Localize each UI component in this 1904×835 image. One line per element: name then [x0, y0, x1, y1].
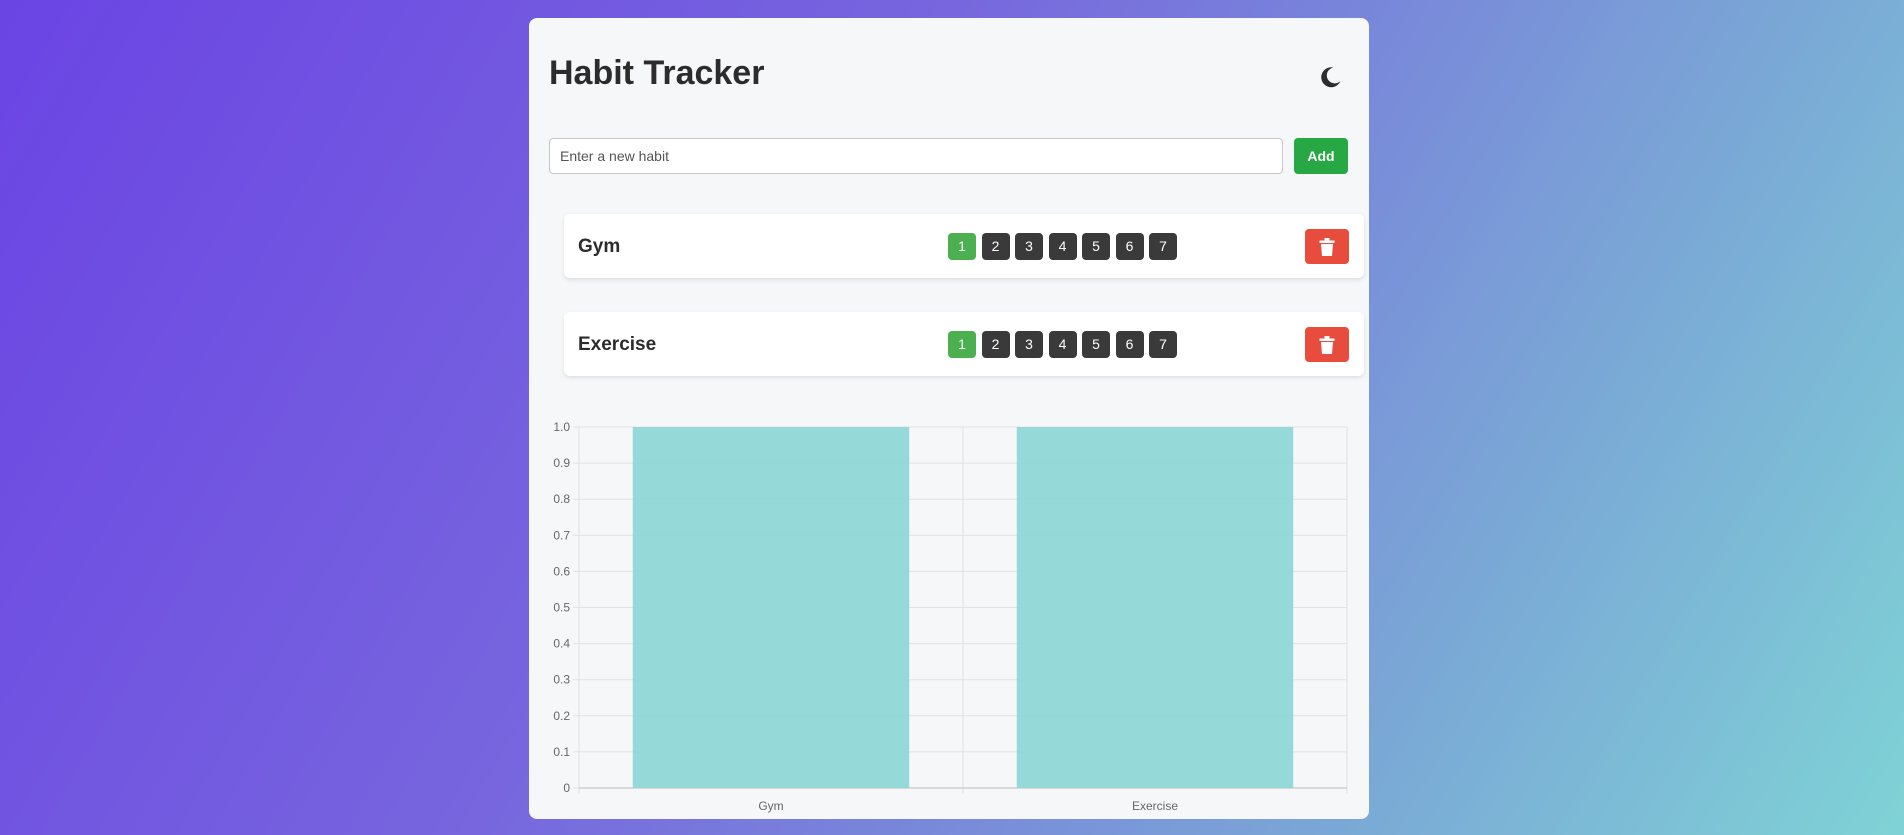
theme-toggle-button[interactable]: [1316, 62, 1346, 92]
habit-name: Gym: [578, 236, 621, 257]
new-habit-input[interactable]: [549, 138, 1283, 174]
habit-card-exercise: Exercise 1 2 3 4 5 6 7: [564, 312, 1364, 376]
day-toggle-7[interactable]: 7: [1149, 233, 1177, 260]
day-toggle-2[interactable]: 2: [981, 233, 1010, 260]
y-tick-label: 0.9: [553, 456, 570, 470]
y-tick-label: 0.8: [553, 492, 570, 506]
day-toggle-5[interactable]: 5: [1082, 233, 1110, 260]
y-tick-label: 0.3: [553, 673, 570, 687]
day-toggle-2[interactable]: 2: [981, 331, 1010, 358]
bar-gym: [632, 427, 910, 788]
x-tick-label: Exercise: [1132, 799, 1178, 813]
habit-tracker-card: Habit Tracker Add Gym 1 2 3 4 5 6 7 Ex: [529, 18, 1369, 819]
day-toggle-3[interactable]: 3: [1015, 233, 1043, 260]
day-toggle-7[interactable]: 7: [1149, 331, 1177, 358]
day-toggle-1[interactable]: 1: [948, 331, 976, 358]
habit-card-gym: Gym 1 2 3 4 5 6 7: [564, 214, 1364, 278]
moon-icon: [1321, 67, 1341, 88]
day-toggle-5[interactable]: 5: [1082, 331, 1110, 358]
day-toggle-6[interactable]: 6: [1115, 331, 1144, 358]
day-buttons: 1 2 3 4 5 6 7: [948, 233, 1183, 260]
x-tick-label: Gym: [758, 799, 783, 813]
y-tick-label: 0.2: [553, 709, 570, 723]
add-habit-button[interactable]: Add: [1294, 138, 1348, 174]
trash-icon: [1319, 237, 1335, 256]
day-toggle-6[interactable]: 6: [1115, 233, 1144, 260]
y-tick-label: 0.5: [553, 601, 570, 615]
y-tick-label: 1.0: [553, 420, 570, 434]
habit-completion-chart: 0 0.1 0.2 0.3 0.4 0.5 0.6 0.7 0.8 0.9 1.0 Gym Exerci…: [553, 420, 1348, 813]
delete-habit-button[interactable]: [1305, 229, 1349, 264]
day-toggle-3[interactable]: 3: [1015, 331, 1043, 358]
day-buttons: 1 2 3 4 5 6 7: [948, 331, 1183, 358]
day-toggle-1[interactable]: 1: [948, 233, 976, 260]
y-tick-label: 0.6: [553, 564, 570, 578]
y-tick-label: 0.7: [553, 528, 570, 542]
day-toggle-4[interactable]: 4: [1048, 233, 1077, 260]
day-toggle-4[interactable]: 4: [1048, 331, 1077, 358]
page-title: Habit Tracker: [549, 54, 765, 92]
y-tick-label: 0.1: [553, 745, 570, 759]
bar-exercise: [1016, 427, 1294, 788]
trash-icon: [1319, 335, 1335, 354]
delete-habit-button[interactable]: [1305, 327, 1349, 362]
y-tick-label: 0: [563, 781, 570, 795]
habit-name: Exercise: [578, 334, 657, 355]
y-tick-label: 0.4: [553, 637, 570, 651]
